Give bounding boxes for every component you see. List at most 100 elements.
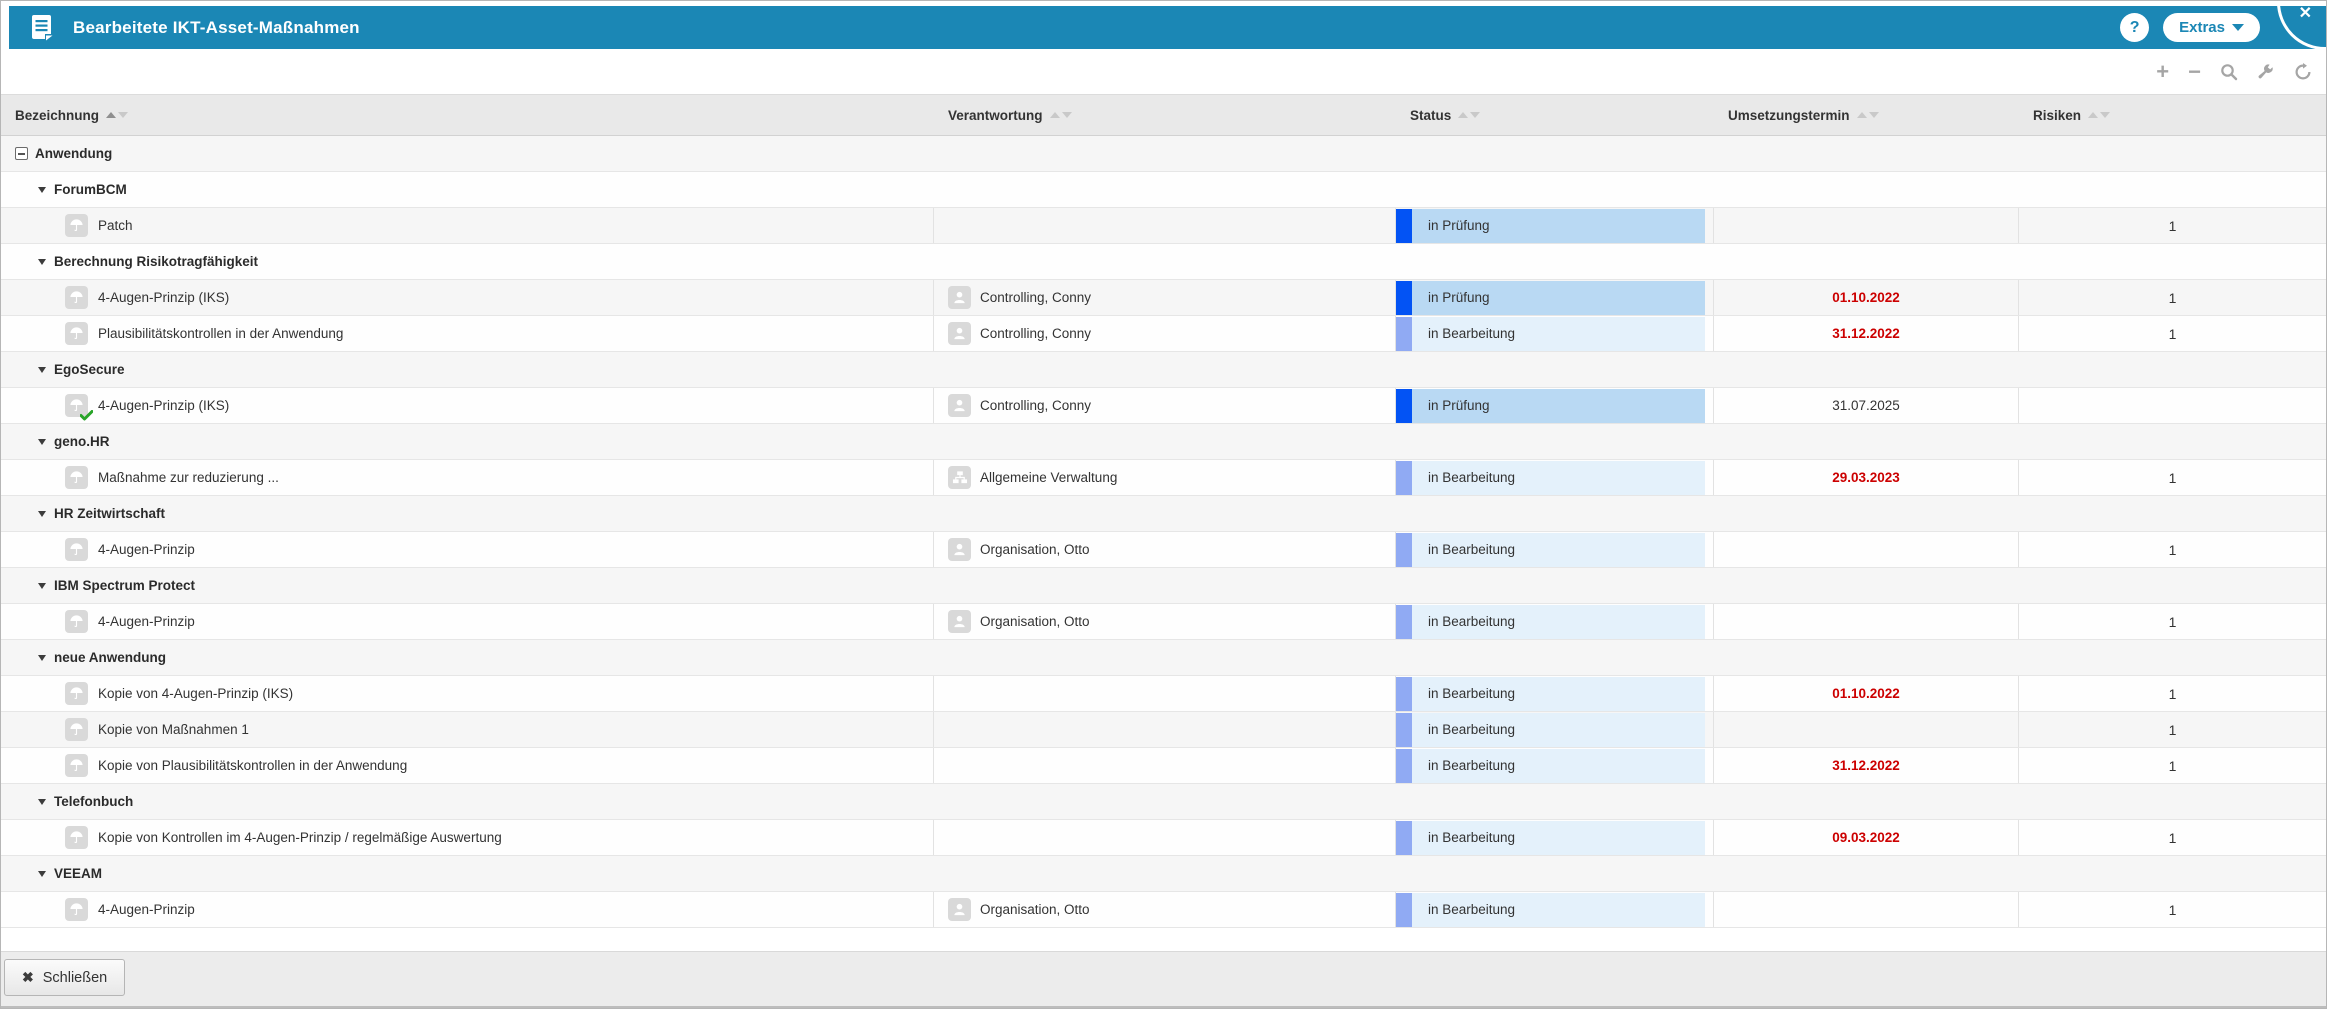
tree-group-row[interactable]: geno.HR bbox=[1, 424, 2327, 460]
tree-group-row[interactable]: IBM Spectrum Protect bbox=[1, 568, 2327, 604]
risk-count: 1 bbox=[2169, 830, 2177, 846]
status-badge: in Bearbeitung bbox=[1396, 893, 1705, 927]
group-label: VEEAM bbox=[54, 866, 102, 881]
sort-desc-icon[interactable] bbox=[1869, 112, 1879, 118]
table-row[interactable]: Maßnahme zur reduzierung ...Allgemeine V… bbox=[1, 460, 2327, 496]
risk-count: 1 bbox=[2169, 758, 2177, 774]
refresh-icon[interactable] bbox=[2294, 63, 2312, 81]
status-badge: in Prüfung bbox=[1396, 389, 1705, 423]
table-row[interactable]: Kopie von Maßnahmen 1in Bearbeitung1 bbox=[1, 712, 2327, 748]
table-row[interactable]: 4-Augen-Prinzip Organisation, Otto in Bear… bbox=[1, 532, 2327, 568]
status-color-bar bbox=[1396, 317, 1412, 351]
search-icon[interactable] bbox=[2220, 63, 2238, 81]
status-label: in Bearbeitung bbox=[1412, 326, 1515, 341]
expanded-triangle-icon[interactable] bbox=[38, 187, 46, 193]
status-label: in Prüfung bbox=[1412, 218, 1490, 233]
expanded-triangle-icon[interactable] bbox=[38, 655, 46, 661]
risk-count: 1 bbox=[2169, 290, 2177, 306]
measure-umbrella-icon bbox=[65, 466, 88, 489]
risk-count: 1 bbox=[2169, 722, 2177, 738]
measure-umbrella-icon bbox=[65, 214, 88, 237]
sort-asc-icon[interactable] bbox=[106, 112, 116, 118]
collapse-box-icon[interactable] bbox=[15, 147, 28, 160]
measure-umbrella-icon bbox=[65, 538, 88, 561]
sort-desc-icon[interactable] bbox=[2100, 112, 2110, 118]
status-label: in Bearbeitung bbox=[1412, 686, 1515, 701]
column-header-bezeichnung[interactable]: Bezeichnung bbox=[1, 95, 934, 135]
sort-desc-icon[interactable] bbox=[1470, 112, 1480, 118]
tree-group-row[interactable]: neue Anwendung bbox=[1, 640, 2327, 676]
status-badge: in Bearbeitung bbox=[1396, 605, 1705, 639]
due-date-overdue: 01.10.2022 bbox=[1832, 686, 1900, 701]
status-label: in Bearbeitung bbox=[1412, 722, 1515, 737]
column-header-verantwortung[interactable]: Verantwortung bbox=[934, 95, 1396, 135]
due-date-overdue: 01.10.2022 bbox=[1832, 290, 1900, 305]
table-row[interactable]: Kopie von Kontrollen im 4-Augen-Prinzip … bbox=[1, 820, 2327, 856]
status-badge: in Prüfung bbox=[1396, 281, 1705, 315]
person-icon bbox=[948, 538, 971, 561]
chevron-down-icon bbox=[2232, 24, 2244, 31]
expanded-triangle-icon[interactable] bbox=[38, 439, 46, 445]
table-row[interactable]: 4-Augen-Prinzip (IKS)Controlling, Connyi… bbox=[1, 280, 2327, 316]
status-label: in Bearbeitung bbox=[1412, 542, 1515, 557]
column-header-status[interactable]: Status bbox=[1396, 95, 1714, 135]
group-label: geno.HR bbox=[54, 434, 110, 449]
table-body: Anwendung ForumBCM Patchin Prüfung1Berechn… bbox=[1, 136, 2327, 928]
measure-name: 4-Augen-Prinzip (IKS) bbox=[98, 398, 229, 413]
footer-bar: ✖ Schließen bbox=[1, 951, 2326, 1008]
responsible-name: Allgemeine Verwaltung bbox=[980, 470, 1117, 485]
risk-count: 1 bbox=[2169, 614, 2177, 630]
risk-count: 1 bbox=[2169, 326, 2177, 342]
table-row[interactable]: 4-Augen-PrinzipOrganisation, Ottoin Bear… bbox=[1, 604, 2327, 640]
sort-asc-icon[interactable] bbox=[1458, 112, 1468, 118]
tree-group-row[interactable]: ForumBCM bbox=[1, 172, 2327, 208]
sort-asc-icon[interactable] bbox=[1050, 112, 1060, 118]
tree-group-row[interactable]: EgoSecure bbox=[1, 352, 2327, 388]
table-row[interactable]: 4-Augen-PrinzipOrganisation, Ottoin Bear… bbox=[1, 892, 2327, 928]
expanded-triangle-icon[interactable] bbox=[38, 511, 46, 517]
sort-icons[interactable] bbox=[1857, 112, 1879, 118]
tree-group-row[interactable]: Telefonbuch bbox=[1, 784, 2327, 820]
sort-asc-icon[interactable] bbox=[1857, 112, 1867, 118]
sort-asc-icon[interactable] bbox=[2088, 112, 2098, 118]
table-row[interactable]: 4-Augen-Prinzip (IKS)Controlling, Connyi… bbox=[1, 388, 2327, 424]
settings-wrench-icon[interactable] bbox=[2257, 63, 2275, 81]
column-header-risiken[interactable]: Risiken bbox=[2019, 95, 2326, 135]
table-row[interactable]: Kopie von 4-Augen-Prinzip (IKS)in Bearbe… bbox=[1, 676, 2327, 712]
due-date-overdue: 31.12.2022 bbox=[1832, 758, 1900, 773]
expanded-triangle-icon[interactable] bbox=[38, 871, 46, 877]
expanded-triangle-icon[interactable] bbox=[38, 799, 46, 805]
measure-name: 4-Augen-Prinzip bbox=[98, 902, 195, 917]
table-header-row: BezeichnungVerantwortungStatusUmsetzungs… bbox=[1, 94, 2327, 136]
close-x-icon: ✖ bbox=[22, 969, 34, 986]
sort-desc-icon[interactable] bbox=[1062, 112, 1072, 118]
status-label: in Bearbeitung bbox=[1412, 758, 1515, 773]
sort-icons[interactable] bbox=[106, 112, 128, 118]
sort-icons[interactable] bbox=[2088, 112, 2110, 118]
expanded-triangle-icon[interactable] bbox=[38, 259, 46, 265]
extras-button[interactable]: Extras bbox=[2163, 13, 2260, 42]
column-header-umsetzungstermin[interactable]: Umsetzungstermin bbox=[1714, 95, 2019, 135]
tree-group-row[interactable]: VEEAM bbox=[1, 856, 2327, 892]
expanded-triangle-icon[interactable] bbox=[38, 367, 46, 373]
tree-group-row[interactable]: HR Zeitwirtschaft bbox=[1, 496, 2327, 532]
measure-name: 4-Augen-Prinzip bbox=[98, 542, 195, 557]
table-row[interactable]: Patchin Prüfung1 bbox=[1, 208, 2327, 244]
help-button[interactable]: ? bbox=[2120, 13, 2149, 42]
sort-icons[interactable] bbox=[1050, 112, 1072, 118]
tree-group-row[interactable]: Anwendung bbox=[1, 136, 2327, 172]
table-row[interactable]: Kopie von Plausibilitätskontrollen in de… bbox=[1, 748, 2327, 784]
page-title: Bearbeitete IKT-Asset-Maßnahmen bbox=[73, 18, 360, 38]
table-row[interactable]: Plausibilitätskontrollen in der Anwendun… bbox=[1, 316, 2327, 352]
collapse-all-icon[interactable]: − bbox=[2188, 61, 2201, 83]
close-dialog-icon[interactable]: ✕ bbox=[2299, 6, 2312, 22]
status-color-bar bbox=[1396, 893, 1412, 927]
tree-group-row[interactable]: Berechnung Risikotragfähigkeit bbox=[1, 244, 2327, 280]
close-button[interactable]: ✖ Schließen bbox=[4, 959, 125, 996]
sort-desc-icon[interactable] bbox=[118, 112, 128, 118]
group-label: ForumBCM bbox=[54, 182, 127, 197]
expand-all-icon[interactable]: + bbox=[2156, 61, 2169, 83]
responsible-name: Organisation, Otto bbox=[980, 542, 1090, 557]
expanded-triangle-icon[interactable] bbox=[38, 583, 46, 589]
sort-icons[interactable] bbox=[1458, 112, 1480, 118]
